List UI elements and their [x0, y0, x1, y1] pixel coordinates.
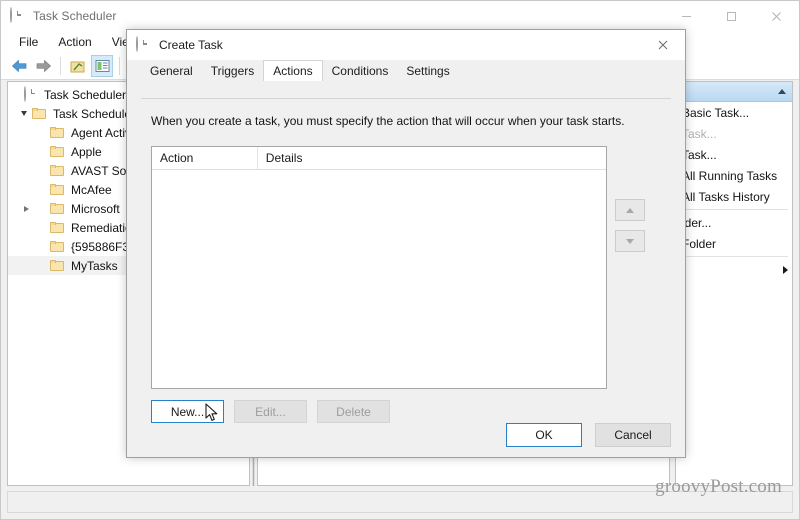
tab-conditions[interactable]: Conditions — [322, 61, 398, 80]
actions-pane-separator — [680, 209, 788, 210]
folder-icon — [50, 164, 65, 177]
move-up-button — [615, 199, 645, 221]
new-button[interactable]: New... — [151, 400, 224, 423]
maximize-button[interactable] — [709, 1, 754, 31]
tab-settings[interactable]: Settings — [397, 61, 459, 80]
tree-item-label: Microsoft — [71, 201, 120, 216]
arrow-up-icon — [626, 207, 634, 213]
tab-description: When you create a task, you must specify… — [151, 114, 625, 128]
folder-icon — [50, 221, 65, 234]
action-display-all-running-tasks[interactable]: All Running Tasks — [676, 165, 792, 186]
folder-icon — [50, 183, 65, 196]
back-icon[interactable] — [8, 55, 30, 77]
toolbar-separator — [60, 57, 61, 75]
close-button[interactable] — [754, 1, 799, 31]
dialog-close-button[interactable] — [641, 30, 685, 60]
twisty-placeholder — [34, 218, 50, 237]
clock-icon — [24, 85, 39, 103]
tree-item-label: MyTasks — [71, 258, 118, 273]
action-create-basic-task[interactable]: Basic Task... — [676, 102, 792, 123]
actions-listview[interactable]: Action Details — [151, 146, 607, 389]
folder-icon — [50, 240, 65, 253]
clock-icon — [10, 7, 26, 24]
actions-pane-header[interactable] — [676, 82, 792, 102]
tab-general[interactable]: General — [141, 61, 202, 80]
action-new-folder[interactable]: lder... — [676, 212, 792, 233]
folder-icon — [50, 259, 65, 272]
dialog-footer: OK Cancel — [506, 423, 671, 447]
dialog-titlebar: Create Task — [127, 30, 685, 60]
tree-item-label: Apple — [71, 144, 102, 159]
tab-actions[interactable]: Actions — [263, 60, 323, 81]
actions-pane-separator-2 — [680, 256, 788, 257]
actions-pane: Basic Task... Task... Task... All Runnin… — [675, 81, 793, 486]
window-title: Task Scheduler — [33, 9, 117, 23]
move-down-button — [615, 230, 645, 252]
column-header-action[interactable]: Action — [152, 147, 258, 169]
submenu-arrow-icon — [783, 265, 788, 274]
action-view-submenu[interactable] — [676, 259, 792, 280]
folder-icon — [50, 202, 65, 215]
action-delete-folder[interactable]: Folder — [676, 233, 792, 254]
delete-button: Delete — [317, 400, 390, 423]
twisty-placeholder — [34, 161, 50, 180]
watermark: groovyPost.com — [655, 476, 782, 497]
action-row-buttons: New... Edit... Delete — [151, 400, 390, 423]
window-titlebar: Task Scheduler — [1, 1, 799, 31]
twisty-placeholder — [34, 237, 50, 256]
create-task-dialog: Create Task General Triggers Actions Con… — [126, 29, 686, 458]
cancel-button[interactable]: Cancel — [595, 423, 671, 447]
folder-icon — [50, 145, 65, 158]
minimize-button[interactable] — [664, 1, 709, 31]
action-import-task: Task... — [682, 126, 717, 141]
twisty-right-icon[interactable] — [18, 199, 34, 218]
twisty-down-icon[interactable] — [16, 104, 32, 123]
ok-button[interactable]: OK — [506, 423, 582, 447]
twisty-placeholder — [34, 142, 50, 161]
twisty-placeholder — [34, 256, 50, 275]
clock-icon — [136, 36, 152, 53]
twisty-placeholder — [34, 123, 50, 142]
toolbar-separator-2 — [119, 57, 120, 75]
listview-header: Action Details — [152, 147, 606, 170]
arrow-down-icon — [626, 238, 634, 244]
folder-icon — [32, 107, 47, 120]
twisty-placeholder — [34, 180, 50, 199]
column-header-details[interactable]: Details — [258, 147, 606, 169]
actions-tab-panel: When you create a task, you must specify… — [141, 98, 671, 423]
menu-file[interactable]: File — [9, 33, 48, 52]
twisty-placeholder — [8, 85, 24, 104]
move-buttons-group — [615, 199, 645, 261]
window-controls — [664, 1, 799, 31]
chevron-up-icon[interactable] — [778, 89, 786, 94]
action-create-task[interactable]: Task... — [676, 144, 792, 165]
dialog-title: Create Task — [159, 38, 223, 52]
action-enable-all-tasks-history[interactable]: All Tasks History — [676, 186, 792, 207]
dialog-tabstrip: General Triggers Actions Conditions Sett… — [141, 60, 685, 81]
folder-icon — [50, 126, 65, 139]
show-hide-tree-icon[interactable] — [67, 55, 89, 77]
tree-item-label: McAfee — [71, 182, 112, 197]
edit-button: Edit... — [234, 400, 307, 423]
menu-action[interactable]: Action — [48, 33, 101, 52]
tab-triggers[interactable]: Triggers — [201, 61, 264, 80]
properties-icon[interactable] — [91, 55, 113, 77]
forward-icon[interactable] — [32, 55, 54, 77]
